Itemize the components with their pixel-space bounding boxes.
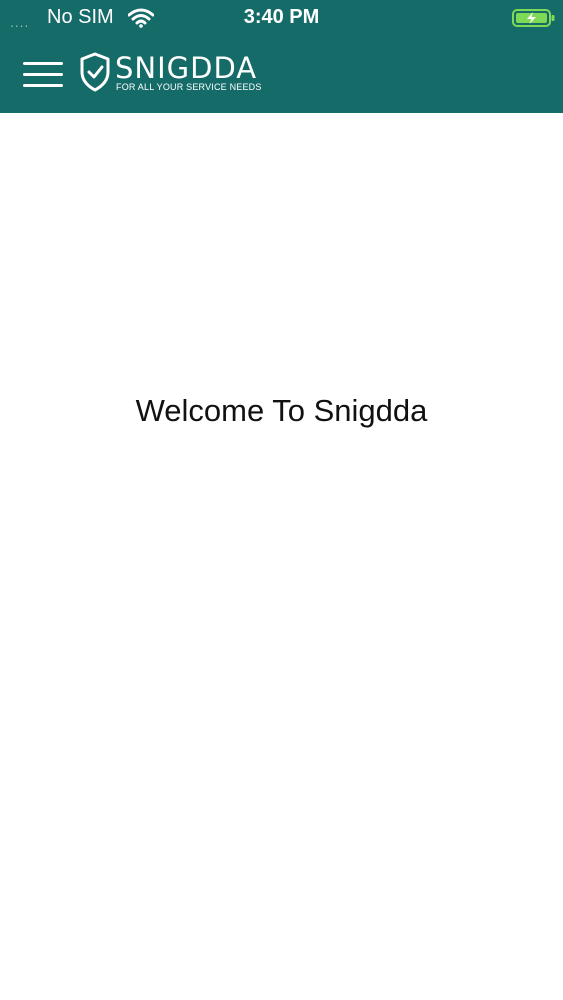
menu-bar bbox=[23, 84, 63, 87]
status-bar: .... No SIM 3:40 PM bbox=[0, 0, 563, 36]
brand-name: SNIGDDA bbox=[115, 51, 258, 85]
welcome-message: Welcome To Snigdda bbox=[135, 393, 428, 428]
menu-button[interactable] bbox=[20, 58, 66, 92]
menu-bar bbox=[23, 73, 63, 76]
app-header: .... No SIM 3:40 PM SNIGDDA FOR ALL YOUR… bbox=[0, 0, 563, 113]
menu-bar bbox=[23, 62, 63, 65]
shield-check-icon bbox=[80, 52, 110, 92]
clock: 3:40 PM bbox=[243, 6, 320, 28]
brand-tagline: FOR ALL YOUR SERVICE NEEDS bbox=[116, 82, 262, 92]
app-logo[interactable]: SNIGDDA FOR ALL YOUR SERVICE NEEDS bbox=[80, 52, 261, 96]
battery-charging-icon bbox=[512, 9, 555, 27]
